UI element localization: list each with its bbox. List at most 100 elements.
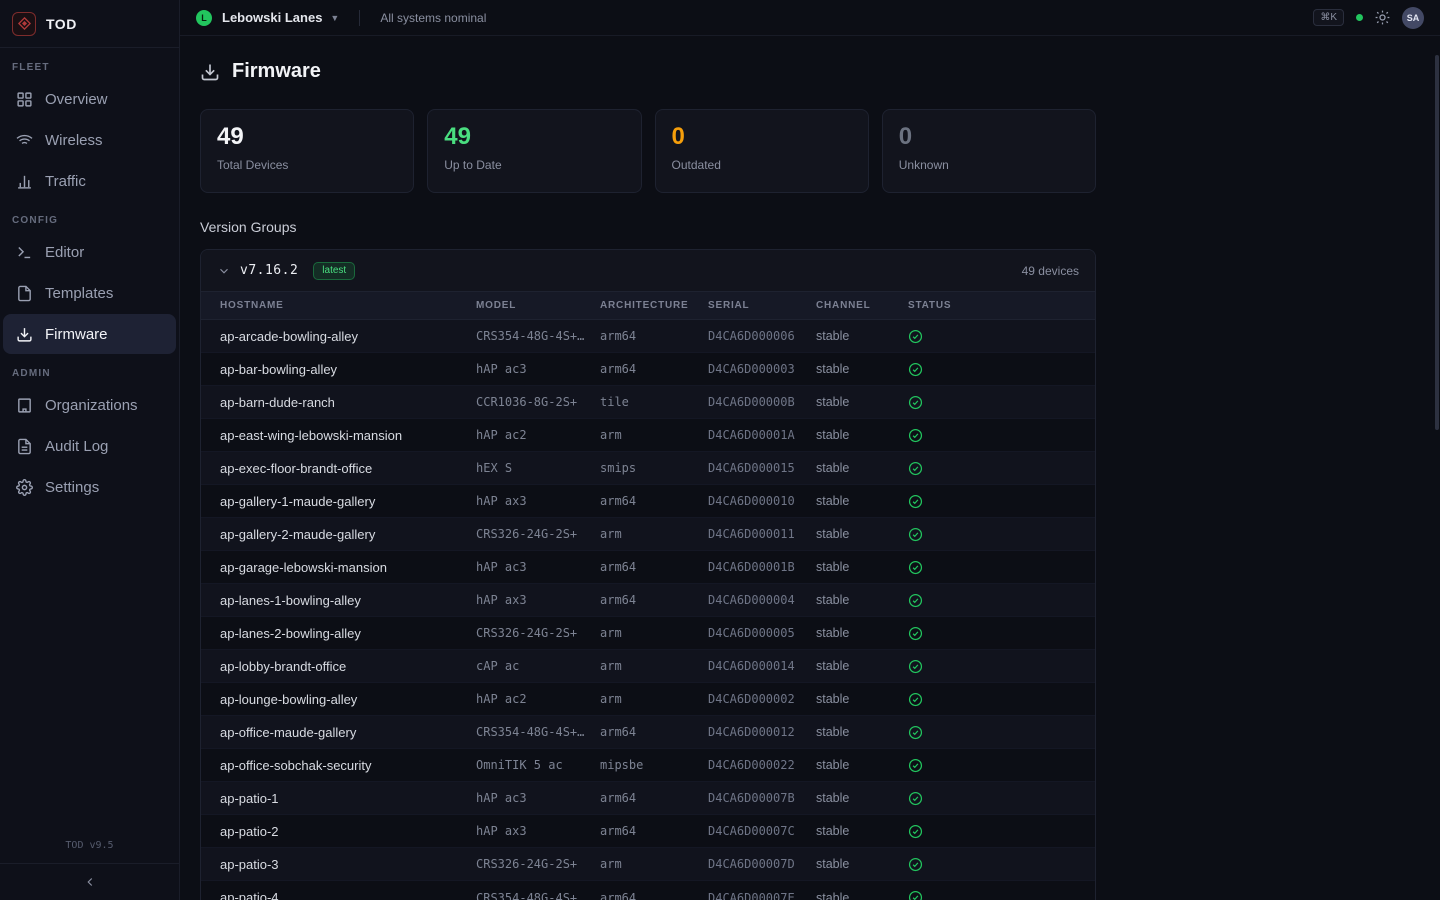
sidebar-collapse-button[interactable] <box>0 863 179 900</box>
table-row[interactable]: ap-office-maude-galleryCRS354-48G-4S+…ar… <box>201 716 1095 749</box>
check-circle-icon <box>908 758 923 773</box>
sidebar-item-editor[interactable]: Editor <box>3 232 176 272</box>
table-row[interactable]: ap-lobby-brandt-officecAP acarmD4CA6D000… <box>201 650 1095 683</box>
chevron-down-icon[interactable]: ▼ <box>330 13 339 23</box>
table-row[interactable]: ap-patio-3CRS326-24G-2S+armD4CA6D00007Ds… <box>201 848 1095 881</box>
sidebar-item-label: Firmware <box>45 326 108 343</box>
table-row[interactable]: ap-lounge-bowling-alleyhAP ac2armD4CA6D0… <box>201 683 1095 716</box>
model-cell: CRS326-24G-2S+ <box>476 626 600 640</box>
stat-card-total-devices: 49Total Devices <box>200 109 414 193</box>
architecture-cell: arm64 <box>600 593 708 607</box>
chevron-down-icon[interactable] <box>217 264 231 278</box>
model-cell: CCR1036-8G-2S+ <box>476 395 600 409</box>
check-circle-icon <box>908 362 923 377</box>
table-row[interactable]: ap-east-wing-lebowski-mansionhAP ac2armD… <box>201 419 1095 452</box>
scrollbar-thumb[interactable] <box>1435 55 1439 430</box>
status-cell <box>908 758 1095 773</box>
download-icon <box>200 62 220 82</box>
column-header-hostname: Hostname <box>220 300 476 311</box>
serial-cell: D4CA6D000015 <box>708 461 816 475</box>
sidebar-item-overview[interactable]: Overview <box>3 79 176 119</box>
main-area: L Lebowski Lanes ▼ All systems nominal ⌘… <box>180 0 1440 900</box>
check-circle-icon <box>908 494 923 509</box>
stats-row: 49Total Devices49Up to Date0Outdated0Unk… <box>200 109 1096 193</box>
sidebar-item-label: Organizations <box>45 397 138 414</box>
sidebar-section-label: FLEET <box>12 62 167 73</box>
topbar-divider <box>359 10 360 26</box>
sidebar-item-wireless[interactable]: Wireless <box>3 120 176 160</box>
table-header: HostnameModelArchitectureSerialChannelSt… <box>201 291 1095 320</box>
table-row[interactable]: ap-patio-4CRS354-48G-4S+…arm64D4CA6D0000… <box>201 881 1095 900</box>
status-cell <box>908 626 1095 641</box>
table-row[interactable]: ap-garage-lebowski-mansionhAP ac3arm64D4… <box>201 551 1095 584</box>
model-cell: hAP ac2 <box>476 692 600 706</box>
column-header-serial: Serial <box>708 300 816 311</box>
status-cell <box>908 593 1095 608</box>
channel-cell: stable <box>816 857 908 871</box>
hostname-cell: ap-gallery-2-maude-gallery <box>220 527 476 542</box>
architecture-cell: arm64 <box>600 362 708 376</box>
app-version-label: TOD v9.5 <box>0 840 179 863</box>
health-status-dot <box>1356 14 1363 21</box>
table-row[interactable]: ap-barn-dude-ranchCCR1036-8G-2S+tileD4CA… <box>201 386 1095 419</box>
table-row[interactable]: ap-patio-2hAP ax3arm64D4CA6D00007Cstable <box>201 815 1095 848</box>
table-row[interactable]: ap-lanes-1-bowling-alleyhAP ax3arm64D4CA… <box>201 584 1095 617</box>
table-row[interactable]: ap-gallery-2-maude-galleryCRS326-24G-2S+… <box>201 518 1095 551</box>
check-circle-icon <box>908 395 923 410</box>
serial-cell: D4CA6D00000B <box>708 395 816 409</box>
table-row[interactable]: ap-bar-bowling-alleyhAP ac3arm64D4CA6D00… <box>201 353 1095 386</box>
channel-cell: stable <box>816 593 908 607</box>
app-logo-icon <box>12 12 36 36</box>
file-text-icon <box>15 437 33 455</box>
hostname-cell: ap-east-wing-lebowski-mansion <box>220 428 476 443</box>
architecture-cell: arm64 <box>600 891 708 900</box>
table-row[interactable]: ap-office-sobchak-securityOmniTIK 5 acmi… <box>201 749 1095 782</box>
sidebar-item-traffic[interactable]: Traffic <box>3 161 176 201</box>
sidebar-item-templates[interactable]: Templates <box>3 273 176 313</box>
sidebar-item-firmware[interactable]: Firmware <box>3 314 176 354</box>
model-cell: hAP ax3 <box>476 593 600 607</box>
page-title: Firmware <box>232 60 321 83</box>
check-circle-icon <box>908 692 923 707</box>
sidebar-item-organizations[interactable]: Organizations <box>3 385 176 425</box>
version-group-header[interactable]: v7.16.2 latest 49 devices <box>201 250 1095 291</box>
sidebar-item-label: Traffic <box>45 173 86 190</box>
column-header-model: Model <box>476 300 600 311</box>
sidebar-item-audit-log[interactable]: Audit Log <box>3 426 176 466</box>
channel-cell: stable <box>816 659 908 673</box>
table-row[interactable]: ap-lanes-2-bowling-alleyCRS326-24G-2S+ar… <box>201 617 1095 650</box>
serial-cell: D4CA6D000022 <box>708 758 816 772</box>
status-cell <box>908 395 1095 410</box>
page-title-row: Firmware <box>200 60 1096 83</box>
org-selector[interactable]: Lebowski Lanes <box>222 10 322 25</box>
bar-chart-icon <box>15 172 33 190</box>
terminal-icon <box>15 243 33 261</box>
sidebar-item-label: Overview <box>45 91 108 108</box>
check-circle-icon <box>908 890 923 900</box>
channel-cell: stable <box>816 626 908 640</box>
sidebar-section-admin: ADMINOrganizationsAudit LogSettings <box>0 368 179 507</box>
serial-cell: D4CA6D000012 <box>708 725 816 739</box>
channel-cell: stable <box>816 560 908 574</box>
stat-card-outdated: 0Outdated <box>655 109 869 193</box>
serial-cell: D4CA6D00001A <box>708 428 816 442</box>
system-status-text: All systems nominal <box>380 11 486 25</box>
architecture-cell: arm <box>600 692 708 706</box>
hostname-cell: ap-lanes-1-bowling-alley <box>220 593 476 608</box>
status-cell <box>908 560 1095 575</box>
channel-cell: stable <box>816 725 908 739</box>
user-avatar[interactable]: SA <box>1402 7 1424 29</box>
architecture-cell: arm <box>600 626 708 640</box>
sidebar-item-settings[interactable]: Settings <box>3 467 176 507</box>
table-row[interactable]: ap-patio-1hAP ac3arm64D4CA6D00007Bstable <box>201 782 1095 815</box>
check-circle-icon <box>908 659 923 674</box>
table-row[interactable]: ap-gallery-1-maude-galleryhAP ax3arm64D4… <box>201 485 1095 518</box>
sidebar-item-label: Wireless <box>45 132 103 149</box>
architecture-cell: arm64 <box>600 329 708 343</box>
command-palette-shortcut[interactable]: ⌘K <box>1313 9 1344 26</box>
serial-cell: D4CA6D000011 <box>708 527 816 541</box>
table-row[interactable]: ap-exec-floor-brandt-officehEX SsmipsD4C… <box>201 452 1095 485</box>
table-row[interactable]: ap-arcade-bowling-alleyCRS354-48G-4S+…ar… <box>201 320 1095 353</box>
check-circle-icon <box>908 461 923 476</box>
theme-toggle-button[interactable] <box>1375 10 1390 25</box>
